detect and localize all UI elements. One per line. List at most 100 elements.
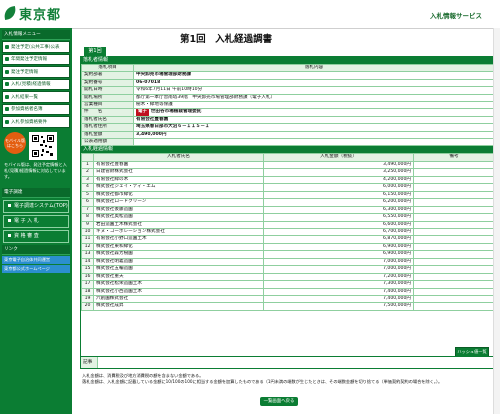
tab-round-1[interactable]: 第1回	[84, 47, 106, 56]
bid-no: 16	[81, 272, 94, 282]
info-row: 公表適用額	[81, 138, 495, 147]
mobile-badge[interactable]: モバイル版 はこちら	[4, 131, 26, 154]
sidebar-item[interactable]: 入札結果一覧	[2, 91, 70, 103]
electronic-tag: 電子	[136, 109, 149, 116]
info-label: 契約部署	[81, 71, 134, 80]
qr-code-icon	[29, 131, 57, 160]
bid-name: 株式会社重天	[93, 272, 264, 282]
scrollbar[interactable]	[493, 28, 500, 414]
info-label: 落札者氏名	[81, 115, 134, 125]
sidebar-sub-item[interactable]: 電 子 入 札	[3, 214, 69, 228]
bid-note	[413, 220, 495, 229]
bid-note	[413, 257, 495, 267]
tokyo-logo[interactable]: 東京都	[3, 3, 61, 23]
sidebar-item[interactable]: 発注予定(公共工事)公表	[2, 41, 70, 53]
sidebar-item-label: 入札結果一覧	[11, 94, 38, 100]
mobile-info: モバイル版 はこちら モバイル版は、発注予定情報と入札(見積)経過情報に対応して…	[2, 131, 70, 186]
bid-name: 株式会社都市緑化	[93, 190, 264, 200]
info-header-item: 落札項目	[81, 63, 134, 73]
bid-note	[413, 280, 495, 289]
bid-note	[413, 190, 495, 200]
info-value-cell: 都庁第一本庁舎南塔39階 中央卸売市場管理部財務課（電子入札）	[133, 93, 495, 103]
bid-amount: 6,300,000円	[263, 205, 414, 215]
bid-no: 9	[81, 220, 94, 229]
info-label: 開札場所	[81, 93, 134, 103]
info-value: 中央卸売市場管理部財務課	[136, 72, 192, 78]
bid-row: 10 キヌ・コーポレーション株式会社 6,700,000円	[81, 227, 495, 237]
info-row: 件 名電子 世田谷市場植栽管理委託	[81, 108, 495, 117]
bid-name: 株式会社奥松造園	[93, 213, 264, 222]
info-value: 都庁第一本庁舎南塔39階 中央卸売市場管理部財務課（電子入札）	[136, 94, 276, 100]
bid-amount: 6,600,000円	[263, 220, 414, 229]
bid-row: 11 有限会社小野口造園土木 6,870,000円	[81, 235, 495, 244]
back-to-list-button[interactable]: 一覧画面へ戻る	[260, 397, 298, 406]
info-value: 令和6年7月11日 午前10時10分	[136, 87, 203, 93]
bid-row: 19 六創園株式会社 7,400,000円	[81, 294, 495, 304]
bullet-icon	[5, 119, 9, 124]
info-label: 件 名	[81, 108, 134, 117]
sidebar-item-label: 発注予定(公共工事)公表	[11, 44, 60, 50]
sidebar-item[interactable]: 入札(見積)経過情報	[2, 78, 70, 90]
bid-name: 株式会社松栄造園土木	[93, 280, 264, 289]
sidebar-link[interactable]: 東京電子自治体共同運営	[2, 255, 70, 264]
info-label: 公表適用額	[81, 138, 134, 147]
bid-row: 17 株式会社松栄造園土木 7,300,000円	[81, 280, 495, 289]
sidebar-section-title: 電子調達	[2, 187, 70, 198]
bid-no: 2	[81, 168, 94, 177]
info-label: 契約番号	[81, 78, 134, 88]
bid-note	[413, 205, 495, 215]
info-value: 06-07018	[136, 79, 161, 85]
info-row: 開札場所 都庁第一本庁舎南塔39階 中央卸売市場管理部財務課（電子入札）	[81, 93, 495, 103]
bid-amount: 7,300,000円	[263, 280, 414, 289]
bid-amount: 6,870,000円	[263, 235, 414, 244]
bid-no: 11	[81, 235, 94, 244]
bullet-icon	[5, 94, 9, 99]
info-row: 営業種目 樹木・緑地等保護	[81, 101, 495, 110]
bid-row: 6 株式会社ロードクリーン 6,200,000円	[81, 198, 495, 207]
sidebar-item-label: 発注予定情報	[11, 69, 38, 75]
bid-row: 1 有限会社豊春園 3,490,000円	[81, 160, 495, 170]
bid-name: 株式会社成昇	[93, 302, 264, 311]
bid-amount: 6,550,000円	[263, 213, 414, 222]
bid-amount: 4,200,000円	[263, 175, 414, 185]
bid-name: 日建管財株式会社	[93, 168, 264, 177]
info-value-cell: 3,490,000円	[133, 130, 495, 140]
note-line: 落札金額は、入札金額に記載している金額に10/100の100に相当する金額を加算…	[82, 379, 443, 384]
sidebar-section-title: リンク	[2, 244, 70, 255]
main-panel: 落札者情報 落札項目 落札内容 契約部署 中央卸売市場管理部財務課 契約番号 06-0…	[80, 56, 496, 359]
bid-row: 12 株式会社東和緑化 6,900,000円	[81, 242, 495, 252]
bid-no: 12	[81, 242, 94, 252]
sidebar-item[interactable]: 参加資格者名簿	[2, 103, 70, 115]
bid-note	[413, 302, 495, 311]
mobile-note: モバイル版は、発注予定情報と入札(見積)経過情報に対応しています。	[4, 161, 67, 179]
info-header-content: 落札内容	[133, 63, 495, 73]
bullet-icon	[8, 203, 11, 207]
bid-amount: 6,200,000円	[263, 198, 414, 207]
bid-row: 14 株式会社明義造園 7,000,000円	[81, 257, 495, 267]
info-value-cell: 中央卸売市場管理部財務課	[133, 71, 495, 80]
sidebar-item[interactable]: 発注予定情報	[2, 66, 70, 78]
info-section-title: 落札者情報	[81, 57, 495, 64]
info-row: 落札者住所 埼玉県春日部市大沼６－１１５－１	[81, 123, 495, 132]
bid-no: 5	[81, 190, 94, 200]
bid-name: 株式会社後藤造園	[93, 205, 264, 215]
sidebar-sub-item-label: 電子調達システム(TOP)	[14, 202, 68, 209]
bid-note	[413, 272, 495, 282]
bid-no: 13	[81, 250, 94, 259]
info-value: 有限会社豊春園	[136, 116, 169, 122]
bid-note	[413, 250, 495, 259]
bid-name: 六創園株式会社	[93, 294, 264, 304]
bid-name: 株式会社ロードクリーン	[93, 198, 264, 207]
bid-no: 7	[81, 205, 94, 215]
sidebar-sub-item[interactable]: 電子調達システム(TOP)	[3, 199, 69, 213]
bid-amount: 7,200,000円	[263, 272, 414, 282]
sidebar-sub-item[interactable]: 資 格 審 査	[3, 229, 69, 243]
info-value-cell: 電子 世田谷市場植栽管理委託	[133, 108, 495, 117]
sidebar-item[interactable]: 入札参加資格要件	[2, 116, 70, 128]
bid-row: 7 株式会社後藤造園 6,300,000円	[81, 205, 495, 215]
sidebar-link[interactable]: 東京都公式ホームページ	[2, 264, 70, 273]
sidebar-item[interactable]: 年間発注予定情報	[2, 53, 70, 65]
sidebar: 入札情報メニュー 発注予定(公共工事)公表 年間発注予定情報 発注予定情報 入札(見積…	[0, 28, 72, 414]
info-row: 落札金額 3,490,000円	[81, 130, 495, 140]
info-value-cell	[133, 138, 495, 147]
